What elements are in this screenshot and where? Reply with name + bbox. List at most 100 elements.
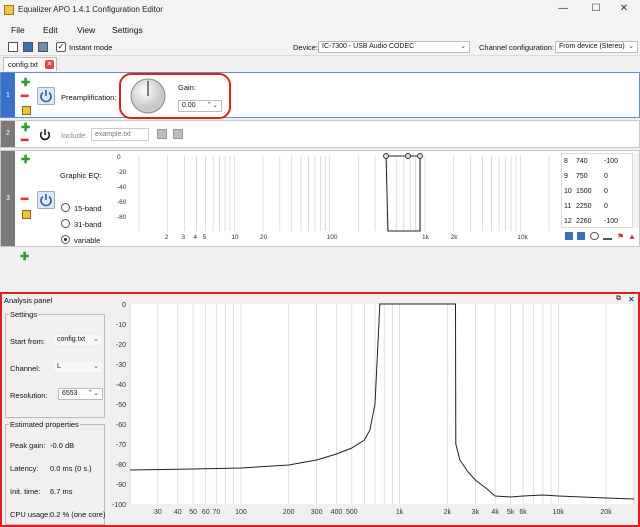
frequency-response-chart[interactable]: 0 -10 -20 -30 -40 -50 -60 -70 -80 -90 -100 30 40 50 6…: [108, 302, 636, 524]
chevron-down-icon: ⌄: [628, 43, 634, 50]
start-from-select[interactable]: config.txt ⌄: [53, 334, 103, 346]
band-row[interactable]: 8 740 -100: [562, 156, 634, 169]
peak-gain-label: Peak gain:: [10, 441, 46, 450]
edit-filter-icon[interactable]: [22, 210, 31, 219]
x-tick-label: 20k: [600, 509, 612, 516]
band-gain-cell: 0: [604, 173, 608, 180]
menu-edit[interactable]: Edit: [43, 25, 58, 35]
add-filter-icon[interactable]: ✚: [21, 78, 30, 89]
band-row[interactable]: 9 750 0: [562, 171, 634, 184]
open-file-icon[interactable]: [157, 129, 167, 139]
y-tick-label: -30: [116, 362, 126, 369]
new-file-icon[interactable]: [8, 42, 18, 52]
geq-y-ticks: 0 -20 -40 -60 -80: [117, 154, 127, 221]
x-tick-label: 4k: [491, 509, 499, 516]
spin-icon[interactable]: ⌃⌄: [87, 389, 99, 397]
maximize-button[interactable]: ☐: [581, 3, 611, 14]
x-tick-label: 10k: [517, 234, 528, 241]
row-number: 1: [1, 73, 15, 117]
menu-settings[interactable]: Settings: [112, 25, 143, 35]
band-idx-cell: 12: [564, 218, 572, 225]
x-tick-label: 40: [174, 509, 182, 516]
y-tick-label: 0: [117, 154, 121, 161]
window-title: Equalizer APO 1.4.1 Configuration Editor: [18, 5, 163, 14]
power-icon[interactable]: [38, 128, 52, 142]
preamp-label: Preamplification:: [61, 93, 117, 102]
save-file-icon[interactable]: [38, 42, 48, 52]
menu-view[interactable]: View: [77, 25, 95, 35]
edit-filter-icon[interactable]: [22, 106, 31, 115]
open-file-icon[interactable]: [23, 42, 33, 52]
reset-icon[interactable]: ⚑: [617, 232, 624, 241]
band-row[interactable]: 12 2260 -100: [562, 216, 634, 229]
toolbar: ✓ Instant mode Device: IC-7300 - USB Aud…: [0, 38, 640, 56]
remove-filter-icon[interactable]: ━: [21, 90, 28, 102]
resolution-spinbox[interactable]: 6553 ⌃⌄: [58, 388, 103, 400]
band-idx-cell: 8: [564, 158, 568, 165]
device-select[interactable]: IC-7300 - USB Audio CODEC ⌄: [318, 41, 470, 53]
power-toggle-icon[interactable]: [37, 87, 55, 105]
band-idx-cell: 9: [564, 173, 568, 180]
close-tab-icon[interactable]: ✕: [45, 60, 54, 69]
clear-icon[interactable]: ▲: [628, 232, 636, 241]
x-tick-label: 500: [346, 509, 358, 516]
geq-table-scrollbar[interactable]: [633, 153, 639, 228]
edit-file-icon[interactable]: [173, 129, 183, 139]
invert-icon[interactable]: [590, 232, 599, 240]
power-toggle-icon[interactable]: [37, 191, 55, 209]
band-31-radio[interactable]: [61, 219, 70, 228]
band-variable-radio[interactable]: [61, 235, 70, 244]
add-filter-icon[interactable]: ✚: [21, 123, 30, 134]
save-icon[interactable]: [565, 232, 573, 240]
x-tick-label: 300: [311, 509, 323, 516]
peak-gain-value: -0.0 dB: [50, 441, 75, 450]
remove-filter-icon[interactable]: ━: [21, 193, 28, 205]
x-tick-label: 3k: [472, 509, 480, 516]
menu-bar: File Edit View Settings: [0, 20, 640, 38]
channel-select[interactable]: L ⌄: [53, 361, 103, 373]
include-file-input[interactable]: [91, 128, 149, 141]
y-tick-label: -70: [116, 442, 126, 449]
x-tick-label: 2k: [444, 509, 452, 516]
remove-filter-icon[interactable]: ━: [21, 134, 28, 146]
x-tick-label: 6k: [519, 509, 527, 516]
band-row[interactable]: 10 1500 0: [562, 186, 634, 199]
minimize-button[interactable]: —: [548, 3, 578, 14]
instant-mode-label: Instant mode: [69, 43, 113, 52]
normalize-icon[interactable]: [603, 232, 612, 240]
resolution-value: 6553: [62, 390, 78, 397]
latency-value: 0.0 ms (0 s.): [50, 464, 92, 473]
band-freq-cell: 1500: [576, 188, 592, 195]
import-icon[interactable]: [577, 232, 585, 240]
filter-row-include: 2 ✚ ━ Include:: [0, 120, 640, 148]
add-filter-bottom-icon[interactable]: ✚: [20, 252, 29, 263]
device-select-value: IC-7300 - USB Audio CODEC: [322, 43, 415, 50]
menu-file[interactable]: File: [11, 25, 25, 35]
estimated-properties-group: Estimated properties Peak gain: -0.0 dB …: [5, 420, 106, 525]
band-15-label: 15-band: [74, 204, 102, 213]
band-freq-cell: 740: [576, 158, 588, 165]
channel-config-select[interactable]: From device (Stereo) ⌄: [555, 41, 638, 53]
add-filter-icon[interactable]: ✚: [21, 155, 30, 166]
tab-config[interactable]: config.txt ✕: [3, 57, 57, 71]
cpu-usage-value: 0.2 % (one core): [50, 510, 106, 519]
band-row[interactable]: 11 2250 0: [562, 201, 634, 214]
x-tick-label: 30: [154, 509, 162, 516]
x-tick-label: 5: [203, 234, 207, 241]
response-x-ticks: 30 40 50 60 70 100 200 300 400 500 1k 2k 3k 4k 5k 6k 10k…: [154, 509, 612, 516]
band-15-radio[interactable]: [61, 203, 70, 212]
geq-band-table[interactable]: 8 740 -100 9 750 0 10 1500 0 11 2250 0 12 2260 -100: [561, 153, 633, 228]
geq-graph[interactable]: 0 -20 -40 -60 -80 2 3 4 5 10 20 100 1k 2k 10k: [111, 151, 561, 246]
instant-mode-checkbox[interactable]: ✓: [56, 42, 66, 52]
chevron-down-icon: ⌄: [460, 43, 466, 50]
y-tick-label: -60: [116, 422, 126, 429]
close-button[interactable]: ✕: [609, 3, 639, 14]
x-tick-label: 70: [212, 509, 220, 516]
row-number: 2: [1, 121, 15, 147]
analysis-panel: Analysis panel ⧉ ✕ Settings Start from: …: [0, 292, 640, 527]
latency-label: Latency:: [10, 464, 39, 473]
channel-value: L: [57, 363, 61, 370]
x-tick-label: 4: [193, 234, 197, 241]
tab-row: config.txt ✕: [0, 56, 640, 71]
x-tick-label: 10k: [553, 509, 565, 516]
